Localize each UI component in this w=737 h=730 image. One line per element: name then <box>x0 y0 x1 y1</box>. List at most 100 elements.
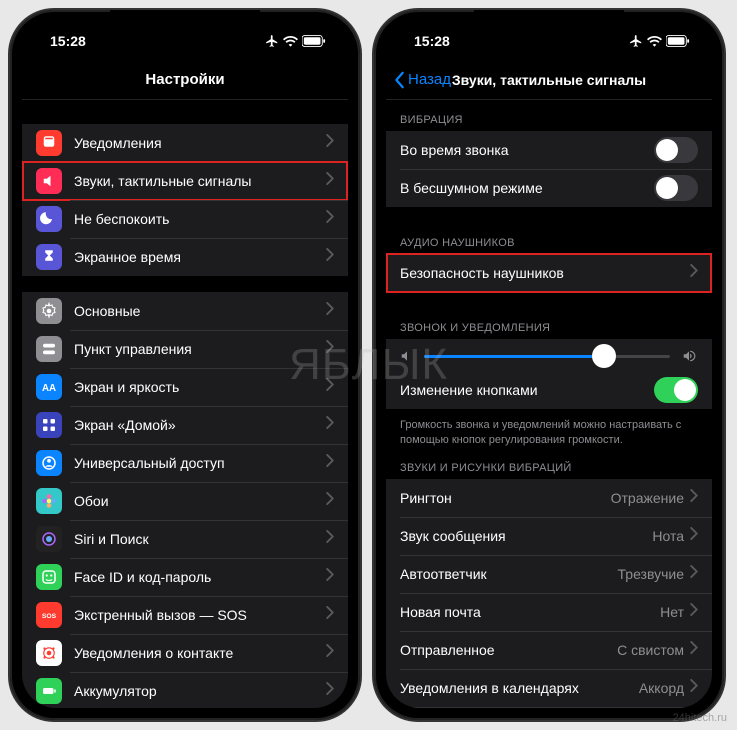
notch <box>474 10 624 34</box>
moon-icon <box>36 206 62 232</box>
row-label: Рингтон <box>400 490 611 506</box>
svg-text:AA: AA <box>42 383 56 394</box>
status-icons <box>265 34 326 48</box>
battery-icon <box>666 35 690 47</box>
chevron-right-icon <box>690 679 698 697</box>
settings-list[interactable]: Уведомления Звуки, тактильные сигналы Не б… <box>22 100 348 708</box>
toggle-change-with-buttons[interactable] <box>654 377 698 403</box>
settings-row[interactable]: SOS Экстренный вызов — SOS <box>22 596 348 634</box>
settings-row[interactable]: Пункт управления <box>22 330 348 368</box>
settings-row[interactable]: Не беспокоить <box>22 200 348 238</box>
row-label: Во время звонка <box>400 142 654 158</box>
group-general: Основные Пункт управления AAЭкран и яркост… <box>22 292 348 708</box>
settings-row[interactable]: Уведомления <box>22 124 348 162</box>
chevron-right-icon <box>326 568 334 586</box>
row-label: В бесшумном режиме <box>400 180 654 196</box>
group-notifications: Уведомления Звуки, тактильные сигналы Не б… <box>22 124 348 276</box>
flower-icon <box>36 488 62 514</box>
phone-right: 15:28 Назад Звуки, тактильные сигналы ВИ… <box>374 10 724 720</box>
switches-icon <box>36 336 62 362</box>
chevron-right-icon <box>326 454 334 472</box>
settings-row[interactable]: Экранное время <box>22 238 348 276</box>
row-label: Экстренный вызов — SOS <box>74 607 326 623</box>
toggle-row[interactable]: В бесшумном режиме <box>386 169 712 207</box>
grid-icon <box>36 412 62 438</box>
toggle[interactable] <box>654 137 698 163</box>
row-label: Звук сообщения <box>400 528 652 544</box>
airplane-icon <box>265 34 279 48</box>
settings-row[interactable]: Face ID и код-пароль <box>22 558 348 596</box>
chevron-right-icon <box>690 641 698 659</box>
sound-row[interactable]: Новая почтаНет <box>386 593 712 631</box>
settings-row[interactable]: Siri и Поиск <box>22 520 348 558</box>
section-footer-ringer: Громкость звонка и уведомлений можно нас… <box>386 413 712 448</box>
row-value: С свистом <box>617 642 684 658</box>
row-label: Уведомления в календарях <box>400 680 639 696</box>
row-change-with-buttons[interactable]: Изменение кнопками <box>386 371 712 409</box>
sound-row[interactable]: УведомленияАккорд <box>386 707 712 708</box>
settings-row[interactable]: Аккумулятор <box>22 672 348 708</box>
chevron-right-icon <box>326 644 334 662</box>
chevron-right-icon <box>690 264 698 282</box>
row-label: Безопасность наушников <box>400 265 690 281</box>
group-sounds: РингтонОтражениеЗвук сообщенияНотаАвтоот… <box>386 479 712 708</box>
battery-icon <box>302 35 326 47</box>
status-time: 15:28 <box>50 33 86 49</box>
sound-row[interactable]: ОтправленноеС свистом <box>386 631 712 669</box>
row-label: Не беспокоить <box>74 211 326 227</box>
row-label: Пункт управления <box>74 341 326 357</box>
volume-high-icon <box>680 349 698 363</box>
settings-row[interactable]: Уведомления о контакте <box>22 634 348 672</box>
exposure-icon <box>36 640 62 666</box>
group-ringer: Изменение кнопками <box>386 339 712 409</box>
row-value: Нота <box>652 528 684 544</box>
chevron-left-icon <box>394 71 406 89</box>
settings-row[interactable]: Экран «Домой» <box>22 406 348 444</box>
chevron-right-icon <box>326 340 334 358</box>
row-label: Обои <box>74 493 326 509</box>
sound-row[interactable]: РингтонОтражение <box>386 479 712 517</box>
sound-row[interactable]: Уведомления в календаряхАккорд <box>386 669 712 707</box>
row-value: Трезвучие <box>618 566 684 582</box>
toggle-row[interactable]: Во время звонка <box>386 131 712 169</box>
aa-icon: AA <box>36 374 62 400</box>
row-value: Отражение <box>611 490 684 506</box>
battery-icon <box>36 678 62 704</box>
navbar: Настройки <box>22 60 348 100</box>
group-headphone: Безопасность наушников <box>386 254 712 292</box>
status-icons <box>629 34 690 48</box>
sound-row[interactable]: АвтоответчикТрезвучие <box>386 555 712 593</box>
chevron-right-icon <box>326 134 334 152</box>
row-label: Экранное время <box>74 249 326 265</box>
settings-row[interactable]: AAЭкран и яркость <box>22 368 348 406</box>
row-label: Аккумулятор <box>74 683 326 699</box>
settings-row[interactable]: Основные <box>22 292 348 330</box>
sound-icon <box>36 168 62 194</box>
row-label: Основные <box>74 303 326 319</box>
wifi-icon <box>647 35 662 47</box>
sound-row[interactable]: Звук сообщенияНота <box>386 517 712 555</box>
volume-low-icon <box>400 349 414 363</box>
chevron-right-icon <box>326 172 334 190</box>
section-header-sounds: ЗВУКИ И РИСУНКИ ВИБРАЦИЙ <box>386 448 712 479</box>
chevron-right-icon <box>326 416 334 434</box>
chevron-right-icon <box>326 492 334 510</box>
volume-slider[interactable] <box>424 355 670 358</box>
row-label: Звуки, тактильные сигналы <box>74 173 326 189</box>
row-label: Автоответчик <box>400 566 618 582</box>
phone-left: 15:28 Настройки Уведомления Звуки, тактил… <box>10 10 360 720</box>
airplane-icon <box>629 34 643 48</box>
chevron-right-icon <box>326 378 334 396</box>
toggle[interactable] <box>654 175 698 201</box>
section-header-vibration: ВИБРАЦИЯ <box>386 100 712 131</box>
row-headphone-safety[interactable]: Безопасность наушников <box>386 254 712 292</box>
back-button[interactable]: Назад <box>394 71 451 89</box>
row-label: Siri и Поиск <box>74 531 326 547</box>
sos-icon: SOS <box>36 602 62 628</box>
sounds-list[interactable]: ВИБРАЦИЯ Во время звонка В бесшумном режи… <box>386 100 712 708</box>
row-value: Нет <box>660 604 684 620</box>
settings-row[interactable]: Универсальный доступ <box>22 444 348 482</box>
notch <box>110 10 260 34</box>
settings-row[interactable]: Обои <box>22 482 348 520</box>
settings-row[interactable]: Звуки, тактильные сигналы <box>22 162 348 200</box>
